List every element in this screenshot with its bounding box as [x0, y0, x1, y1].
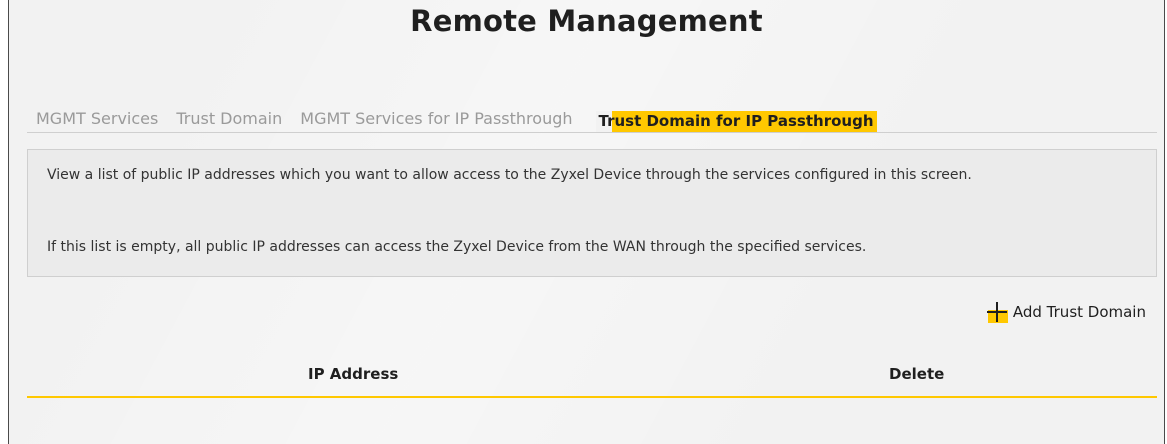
tab-bar: MGMT Services Trust Domain MGMT Services… [27, 108, 1157, 133]
info-description: View a list of public IP addresses which… [47, 167, 972, 183]
tab-mgmt-services[interactable]: MGMT Services [27, 109, 167, 132]
tab-mgmt-services-ip-passthrough[interactable]: MGMT Services for IP Passthrough [291, 109, 581, 132]
info-box: View a list of public IP addresses which… [27, 149, 1157, 277]
column-header-ip-address: IP Address [308, 365, 399, 383]
column-header-delete: Delete [889, 365, 945, 383]
remote-management-panel: Remote Management MGMT Services Trust Do… [8, 0, 1165, 444]
tab-trust-domain-ip-passthrough[interactable]: Trust Domain for IP Passthrough [595, 111, 877, 132]
table-header: IP Address Delete [27, 360, 1157, 398]
add-trust-domain-button[interactable]: Add Trust Domain [986, 301, 1146, 323]
tab-trust-domain[interactable]: Trust Domain [167, 109, 291, 132]
add-trust-domain-label: Add Trust Domain [1012, 303, 1146, 321]
plus-icon [986, 301, 1008, 323]
page-title: Remote Management [410, 4, 763, 38]
info-empty-note: If this list is empty, all public IP add… [47, 239, 867, 255]
